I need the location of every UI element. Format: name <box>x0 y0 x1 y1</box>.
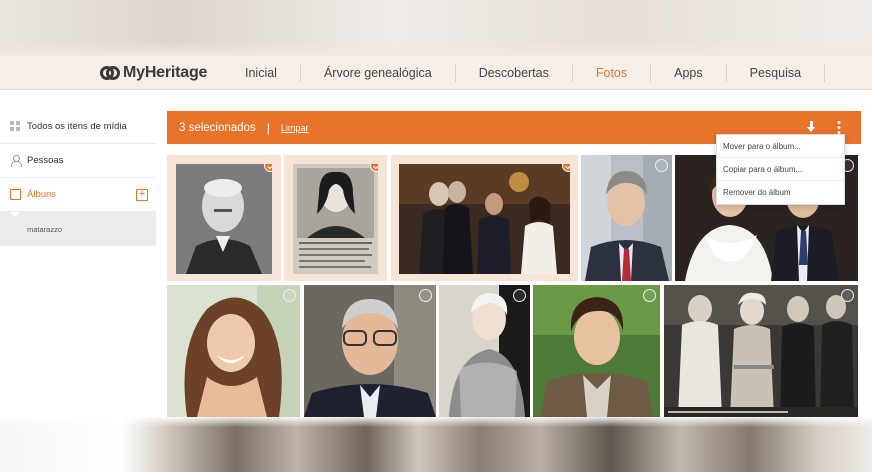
photo-tile[interactable] <box>293 164 378 274</box>
select-check-icon[interactable] <box>419 289 432 302</box>
selection-count: 3 selecionados <box>179 121 256 134</box>
sidebar-item-label: Álbuns <box>27 189 57 200</box>
blurred-background-bottom <box>0 417 872 472</box>
select-check-icon[interactable] <box>643 289 656 302</box>
photo-image <box>399 164 570 274</box>
nav-inicial[interactable]: Inicial <box>222 64 301 82</box>
nav-arvore-genealogica[interactable]: Árvore genealógica <box>301 64 456 82</box>
select-check-icon[interactable] <box>513 289 526 302</box>
select-check-icon[interactable] <box>655 159 668 172</box>
photo-image <box>581 155 672 281</box>
select-check-icon[interactable] <box>841 289 854 302</box>
album-actions-menu: Mover para o álbum... Copiar para o álbu… <box>716 134 845 205</box>
logo-icon <box>100 64 120 82</box>
nav-descobertas[interactable]: Descobertas <box>456 64 573 82</box>
selection-separator: | <box>266 120 270 135</box>
photo-tile[interactable] <box>304 285 436 417</box>
blurred-background-top <box>0 0 872 56</box>
logo-text: MyHeritage <box>123 64 208 81</box>
main-nav: Inicial Árvore genealógica Descobertas F… <box>222 56 826 90</box>
album-item-label: matarazzo <box>27 224 63 234</box>
photo-tile[interactable] <box>664 285 858 417</box>
photo-image <box>664 285 858 417</box>
nav-pesquisa[interactable]: Pesquisa <box>727 64 826 82</box>
album-icon <box>10 189 21 200</box>
photo-tile[interactable] <box>176 164 272 274</box>
photo-image <box>293 164 378 274</box>
menu-item-move-to-album[interactable]: Mover para o álbum... <box>717 135 844 158</box>
photo-image <box>439 285 530 417</box>
sidebar: Todos os itens de mídia Pessoas Álbuns +… <box>0 110 156 246</box>
photo-image <box>533 285 660 417</box>
select-check-icon[interactable] <box>283 289 296 302</box>
photo-image <box>304 285 436 417</box>
more-options-icon[interactable] <box>837 120 841 135</box>
photo-image <box>167 285 300 417</box>
sidebar-item-people[interactable]: Pessoas <box>0 144 156 178</box>
photo-tile[interactable] <box>581 155 672 281</box>
photo-tile[interactable] <box>533 285 660 417</box>
menu-item-copy-to-album[interactable]: Copiar para o álbum... <box>717 158 844 181</box>
grid-icon <box>10 121 21 132</box>
photo-tile[interactable] <box>399 164 570 274</box>
sidebar-item-label: Pessoas <box>27 155 64 166</box>
sidebar-item-label: Todos os itens de mídia <box>27 121 127 132</box>
top-header: MyHeritage Inicial Árvore genealógica De… <box>0 56 872 90</box>
photo-image <box>176 164 272 274</box>
photo-tile[interactable] <box>439 285 530 417</box>
sidebar-item-albums[interactable]: Álbuns + <box>0 178 156 212</box>
logo[interactable]: MyHeritage <box>100 64 207 82</box>
person-icon <box>10 155 22 167</box>
add-album-button[interactable]: + <box>136 189 148 201</box>
photo-tile[interactable] <box>167 285 300 417</box>
download-icon[interactable] <box>806 121 817 134</box>
album-item-matarazzo[interactable]: matarazzo <box>0 212 156 246</box>
clear-selection-link[interactable]: Limpar <box>281 123 309 133</box>
sidebar-item-all-media[interactable]: Todos os itens de mídia <box>0 110 156 144</box>
menu-item-remove-from-album[interactable]: Remover do álbum <box>717 181 844 204</box>
nav-fotos[interactable]: Fotos <box>573 64 652 82</box>
nav-apps[interactable]: Apps <box>651 64 727 82</box>
